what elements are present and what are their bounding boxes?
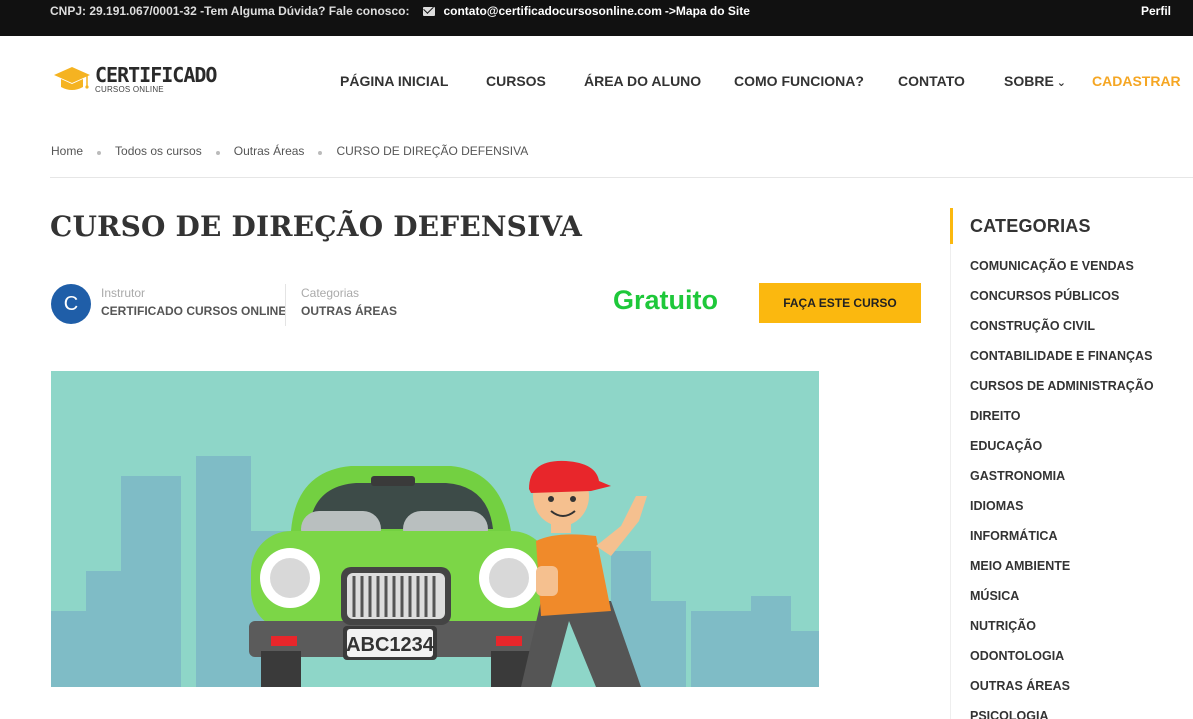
breadcrumb-current: CURSO DE DIREÇÃO DEFENSIVA	[336, 144, 529, 158]
nav-home[interactable]: PÁGINA INICIAL	[340, 73, 448, 89]
graduation-cap-icon	[54, 67, 90, 90]
category-value[interactable]: OUTRAS ÁREAS	[301, 304, 397, 318]
cnpj-text: CNPJ: 29.191.067/0001-32 -Tem Alguma Dúv…	[50, 4, 410, 18]
category-item[interactable]: INFORMÁTICA	[970, 529, 1154, 559]
category-item[interactable]: MÚSICA	[970, 589, 1154, 619]
sidebar-border	[950, 244, 951, 719]
license-plate: ABC1234	[346, 634, 435, 656]
site-header: CERTIFICADO CURSOS ONLINE PÁGINA INICIAL…	[0, 36, 1193, 126]
logo-title: CERTIFICADO	[95, 63, 217, 87]
breadcrumb-separator	[97, 151, 102, 155]
breadcrumb-separator	[215, 151, 220, 155]
category-item[interactable]: CURSOS DE ADMINISTRAÇÃO	[970, 379, 1154, 409]
contact-email-link[interactable]: contato@certificadocursosonline.com	[443, 4, 661, 18]
breadcrumb-home[interactable]: Home	[51, 144, 83, 158]
category-item[interactable]: GASTRONOMIA	[970, 469, 1154, 499]
profile-link[interactable]: Perfil	[1141, 4, 1171, 18]
category-item[interactable]: ODONTOLOGIA	[970, 649, 1154, 679]
nav-contact[interactable]: CONTATO	[898, 73, 965, 89]
category-info: Categorias OUTRAS ÁREAS	[301, 286, 397, 318]
category-item[interactable]: CONSTRUÇÃO CIVIL	[970, 319, 1154, 349]
nav-about[interactable]: SOBRE ⌄	[1004, 73, 1066, 89]
sidebar-title: CATEGORIAS	[970, 216, 1091, 236]
page-title: CURSO DE DIREÇÃO DEFENSIVA	[50, 210, 583, 243]
nav-courses[interactable]: CURSOS	[486, 73, 546, 89]
avatar: C	[51, 284, 91, 324]
course-image: ABC1234	[51, 371, 819, 687]
breadcrumb-category[interactable]: Outras Áreas	[234, 144, 305, 158]
category-item[interactable]: OUTRAS ÁREAS	[970, 679, 1154, 709]
category-item[interactable]: MEIO AMBIENTE	[970, 559, 1154, 589]
chevron-down-icon: ⌄	[1056, 77, 1067, 89]
nav-about-label: SOBRE	[1004, 73, 1054, 89]
breadcrumb: Home Todos os cursos Outras Áreas CURSO …	[51, 144, 528, 158]
category-label: Categorias	[301, 286, 360, 300]
instructor-label: Instrutor	[101, 286, 146, 300]
breadcrumb-all-courses[interactable]: Todos os cursos	[115, 144, 202, 158]
category-item[interactable]: NUTRIÇÃO	[970, 619, 1154, 649]
category-item[interactable]: CONCURSOS PÚBLICOS	[970, 289, 1154, 319]
enroll-button[interactable]: FAÇA ESTE CURSO	[759, 283, 921, 323]
site-logo[interactable]: CERTIFICADO CURSOS ONLINE	[52, 63, 217, 94]
sidebar-accent-bar	[950, 208, 953, 244]
breadcrumb-separator	[318, 151, 323, 155]
category-item[interactable]: IDIOMAS	[970, 499, 1154, 529]
category-list: COMUNICAÇÃO E VENDAS CONCURSOS PÚBLICOS …	[970, 259, 1154, 719]
nav-how-it-works[interactable]: COMO FUNCIONA?	[734, 73, 864, 89]
instructor-info: Instrutor CERTIFICADO CURSOS ONLINE	[101, 286, 286, 318]
site-map-link[interactable]: ->Mapa do Site	[665, 4, 750, 18]
instructor-name[interactable]: CERTIFICADO CURSOS ONLINE	[101, 304, 286, 318]
category-item[interactable]: CONTABILIDADE E FINANÇAS	[970, 349, 1154, 379]
top-bar-contact-info: CNPJ: 29.191.067/0001-32 -Tem Alguma Dúv…	[50, 4, 750, 18]
course-price: Gratuito	[613, 285, 718, 315]
category-item[interactable]: DIREITO	[970, 409, 1154, 439]
top-bar: CNPJ: 29.191.067/0001-32 -Tem Alguma Dúv…	[0, 0, 1193, 36]
nav-register[interactable]: CADASTRAR	[1092, 73, 1181, 89]
category-item[interactable]: PSICOLOGIA	[970, 709, 1154, 719]
category-item[interactable]: EDUCAÇÃO	[970, 439, 1154, 469]
category-item[interactable]: COMUNICAÇÃO E VENDAS	[970, 259, 1154, 289]
mail-icon	[423, 6, 436, 16]
meta-divider	[285, 284, 286, 326]
nav-student-area[interactable]: ÁREA DO ALUNO	[584, 73, 701, 89]
header-divider	[50, 177, 1193, 178]
